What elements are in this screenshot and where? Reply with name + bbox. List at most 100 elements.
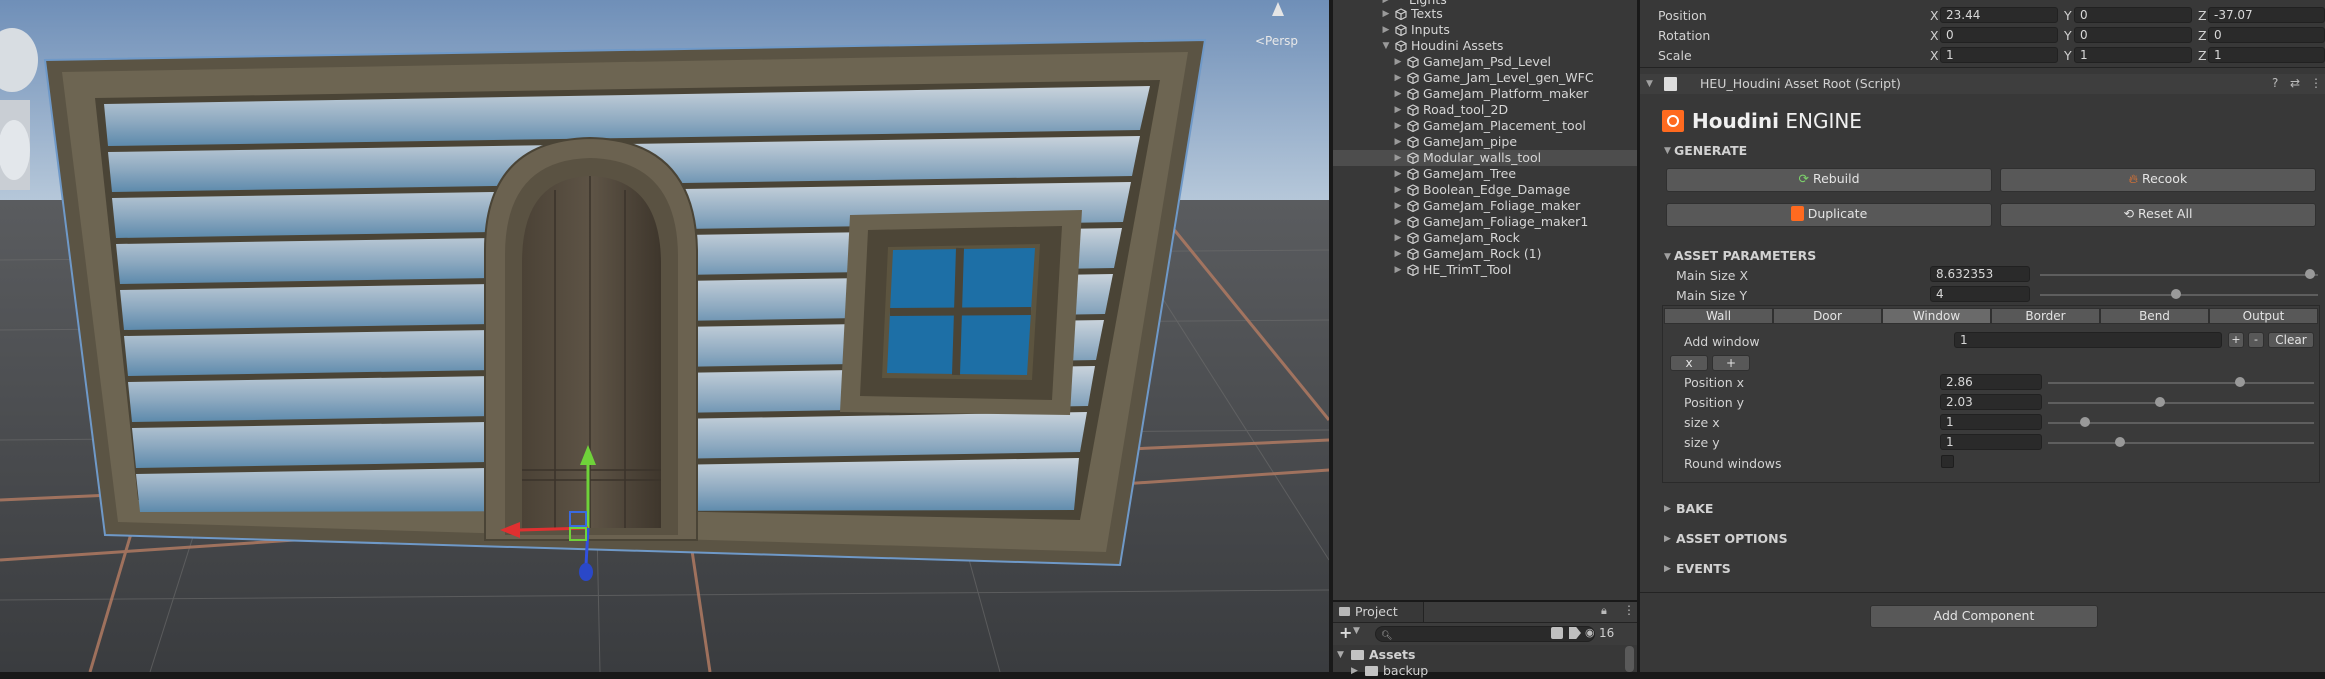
expand-arrow-icon[interactable]: ▶: [1393, 198, 1403, 214]
slider-knob[interactable]: [2234, 377, 2245, 387]
slider-knob[interactable]: [2171, 289, 2182, 299]
tab-project[interactable]: Project: [1333, 602, 1424, 622]
tab-wall[interactable]: Wall: [1664, 308, 1773, 324]
expand-arrow-icon[interactable]: ▶: [1381, 22, 1391, 38]
add-component-button[interactable]: Add Component: [1870, 605, 2098, 628]
window-size-y-field[interactable]: 1: [1940, 434, 2042, 450]
events-header[interactable]: EVENTS: [1676, 561, 1731, 576]
help-icon[interactable]: ?: [2272, 76, 2278, 90]
main-size-x-field[interactable]: 8.632353: [1930, 266, 2030, 282]
component-header[interactable]: ▼ HEU_Houdini Asset Root (Script) ? ⇄ ⋮: [1640, 74, 2325, 94]
slider-knob[interactable]: [2154, 397, 2165, 407]
round-windows-checkbox[interactable]: [1941, 455, 1954, 468]
hierarchy-item[interactable]: ▶ GameJam_Tree: [1333, 166, 1637, 182]
window-size-x-field[interactable]: 1: [1940, 414, 2042, 430]
collapse-arrow-icon[interactable]: ▼: [1664, 252, 1671, 262]
insert-window-button[interactable]: +: [1712, 355, 1750, 371]
slider-knob[interactable]: [2304, 269, 2315, 279]
expand-arrow-icon[interactable]: ▶: [1393, 134, 1403, 150]
asset-options-header[interactable]: ASSET OPTIONS: [1676, 531, 1788, 546]
scale-z-field[interactable]: 1: [2208, 47, 2325, 63]
persp-label[interactable]: <Persp: [1255, 34, 1298, 48]
reset-all-button[interactable]: ⟲ Reset All: [2000, 203, 2316, 227]
window-position-y-slider[interactable]: [2048, 402, 2314, 404]
expand-arrow-icon[interactable]: ▶: [1664, 504, 1671, 514]
project-item-assets[interactable]: ▼ Assets: [1337, 647, 1617, 663]
scale-x-field[interactable]: 1: [1940, 47, 2058, 63]
expand-arrow-icon[interactable]: ▼: [1337, 647, 1344, 663]
collapse-arrow-icon[interactable]: ▼: [1664, 146, 1671, 156]
scene-canvas[interactable]: <Persp: [0, 0, 1329, 672]
position-y-field[interactable]: 0: [2074, 7, 2192, 23]
tab-window[interactable]: Window: [1882, 308, 1991, 324]
hierarchy-item[interactable]: ▶ GameJam_Foliage_maker1: [1333, 214, 1637, 230]
preset-icon[interactable]: ⇄: [2290, 76, 2300, 90]
expand-arrow-icon[interactable]: ▶: [1393, 150, 1403, 166]
expand-arrow-icon[interactable]: ▶: [1393, 230, 1403, 246]
hierarchy-item[interactable]: ▶ Game_Jam_Level_gen_WFC: [1333, 70, 1637, 86]
rebuild-button[interactable]: ⟳ Rebuild: [1666, 168, 1992, 192]
main-size-y-field[interactable]: 4: [1930, 286, 2030, 302]
window-position-y-field[interactable]: 2.03: [1940, 394, 2042, 410]
chevron-down-icon[interactable]: ▼: [1353, 626, 1360, 636]
clear-windows-button[interactable]: Clear: [2268, 332, 2314, 348]
expand-arrow-icon[interactable]: ▶: [1393, 182, 1403, 198]
remove-window-button[interactable]: x: [1670, 355, 1708, 371]
hierarchy-item[interactable]: ▶ Inputs: [1333, 22, 1637, 38]
window-size-y-slider[interactable]: [2048, 442, 2314, 444]
expand-arrow-icon[interactable]: ▶: [1351, 663, 1358, 679]
expand-arrow-icon[interactable]: ▶: [1664, 534, 1671, 544]
expand-arrow-icon[interactable]: ▶: [1393, 102, 1403, 118]
bake-header[interactable]: BAKE: [1676, 501, 1713, 516]
scene-view[interactable]: <Persp: [0, 0, 1329, 672]
hierarchy-item[interactable]: ▶ Boolean_Edge_Damage: [1333, 182, 1637, 198]
hierarchy-item[interactable]: ▶ Modular_walls_tool: [1333, 150, 1637, 166]
expand-arrow-icon[interactable]: ▶: [1381, 6, 1391, 22]
expand-arrow-icon[interactable]: ▶: [1664, 564, 1671, 574]
recook-button[interactable]: 🔥︎ Recook: [2000, 168, 2316, 192]
add-window-field[interactable]: 1: [1954, 332, 2222, 348]
kebab-menu-icon[interactable]: ⋮: [1623, 603, 1635, 617]
window-position-x-slider[interactable]: [2048, 382, 2314, 384]
hierarchy-item[interactable]: ▼ Houdini Assets: [1333, 38, 1637, 54]
rotation-z-field[interactable]: 0: [2208, 27, 2325, 43]
slider-knob[interactable]: [2114, 437, 2125, 447]
hierarchy-item[interactable]: ▶ GameJam_Foliage_maker: [1333, 198, 1637, 214]
hierarchy-item[interactable]: ▶ GameJam_Rock (1): [1333, 246, 1637, 262]
tab-door[interactable]: Door: [1773, 308, 1882, 324]
duplicate-button[interactable]: Duplicate: [1666, 203, 1992, 227]
expand-arrow-icon[interactable]: ▶: [1393, 262, 1403, 278]
rotation-y-field[interactable]: 0: [2074, 27, 2192, 43]
hidden-eye-icon[interactable]: ◉: [1585, 626, 1595, 639]
position-x-field[interactable]: 23.44: [1940, 7, 2058, 23]
lock-icon[interactable]: 🔒︎: [1601, 604, 1607, 618]
scale-y-field[interactable]: 1: [2074, 47, 2192, 63]
main-size-x-slider[interactable]: [2040, 274, 2318, 276]
collapse-arrow-icon[interactable]: ▼: [1646, 79, 1653, 89]
generate-header[interactable]: GENERATE: [1674, 143, 1747, 158]
position-z-field[interactable]: -37.07: [2208, 7, 2325, 23]
hierarchy-item[interactable]: ▶ Road_tool_2D: [1333, 102, 1637, 118]
expand-arrow-icon[interactable]: ▶: [1393, 118, 1403, 134]
project-scrollbar[interactable]: [1625, 646, 1634, 672]
hierarchy-item[interactable]: ▶ GameJam_Placement_tool: [1333, 118, 1637, 134]
add-window-minus-button[interactable]: -: [2248, 332, 2264, 348]
expand-arrow-icon[interactable]: ▶: [1393, 54, 1403, 70]
tab-border[interactable]: Border: [1991, 308, 2100, 324]
expand-arrow-icon[interactable]: ▶: [1393, 214, 1403, 230]
window-position-x-field[interactable]: 2.86: [1940, 374, 2042, 390]
expand-arrow-icon[interactable]: ▶: [1393, 86, 1403, 102]
hierarchy-item[interactable]: ▶ GameJam_Psd_Level: [1333, 54, 1637, 70]
filter-type-icon[interactable]: [1551, 627, 1563, 639]
add-window-plus-button[interactable]: +: [2228, 332, 2244, 348]
create-button[interactable]: +: [1339, 623, 1352, 642]
hierarchy-item[interactable]: ▶ HE_TrimT_Tool: [1333, 262, 1637, 278]
hierarchy-item[interactable]: ▶ GameJam_Rock: [1333, 230, 1637, 246]
expand-arrow-icon[interactable]: ▼: [1381, 38, 1391, 54]
tab-output[interactable]: Output: [2209, 308, 2318, 324]
expand-arrow-icon[interactable]: ▶: [1393, 166, 1403, 182]
asset-parameters-header[interactable]: ASSET PARAMETERS: [1674, 248, 1816, 263]
wall-mesh[interactable]: [43, 38, 1207, 567]
kebab-menu-icon[interactable]: ⋮: [2310, 76, 2322, 90]
hierarchy-item[interactable]: ▶ GameJam_pipe: [1333, 134, 1637, 150]
